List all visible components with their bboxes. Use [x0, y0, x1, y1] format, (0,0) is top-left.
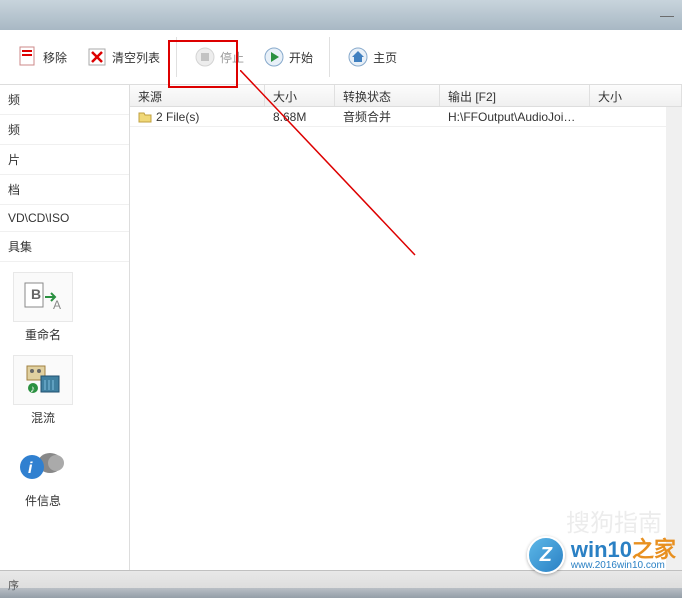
info-tool[interactable]: i 件信息 — [8, 438, 78, 509]
mux-icon: ♪ — [13, 355, 73, 405]
stop-label: 停止 — [220, 49, 244, 66]
home-label: 主页 — [373, 49, 397, 66]
main-area: 频 频 片 档 VD\CD\ISO 具集 BA 重命名 ♪ 混流 i — [0, 85, 682, 570]
sidebar-item-4[interactable]: VD\CD\ISO — [0, 205, 129, 232]
sidebar-item-2[interactable]: 片 — [0, 145, 129, 175]
taskbar-peek — [0, 588, 682, 598]
clear-icon — [85, 45, 109, 69]
svg-text:♪: ♪ — [30, 384, 35, 395]
cell-output: H:\FFOutput\AudioJoine... — [440, 108, 590, 126]
col-status[interactable]: 转换状态 — [335, 85, 440, 106]
rename-icon: BA — [13, 272, 73, 322]
rename-label: 重命名 — [8, 326, 78, 343]
cell-size: 8.68M — [265, 108, 335, 126]
svg-text:B: B — [31, 286, 41, 302]
mux-tool[interactable]: ♪ 混流 — [8, 355, 78, 426]
vertical-scrollbar[interactable] — [666, 107, 682, 570]
remove-button[interactable]: 移除 — [10, 41, 73, 73]
home-button[interactable]: 主页 — [340, 41, 403, 73]
toolbar: 移除 清空列表 停止 开始 主页 — [0, 30, 682, 85]
stop-button[interactable]: 停止 — [187, 41, 250, 73]
col-output[interactable]: 输出 [F2] — [440, 85, 590, 106]
sidebar: 频 频 片 档 VD\CD\ISO 具集 BA 重命名 ♪ 混流 i — [0, 85, 130, 570]
minimize-button[interactable]: — — [660, 7, 674, 23]
rename-tool[interactable]: BA 重命名 — [8, 272, 78, 343]
svg-text:A: A — [53, 298, 61, 312]
info-icon: i — [13, 438, 73, 488]
svg-text:i: i — [28, 460, 33, 477]
folder-icon — [138, 111, 152, 123]
col-size2[interactable]: 大小 — [590, 85, 682, 106]
start-label: 开始 — [289, 49, 313, 66]
home-icon — [346, 45, 370, 69]
info-label: 件信息 — [8, 492, 78, 509]
cell-source: 2 File(s) — [130, 108, 265, 126]
remove-label: 移除 — [43, 49, 67, 66]
stop-icon — [193, 45, 217, 69]
cell-status: 音频合并 — [335, 106, 440, 127]
sidebar-item-5[interactable]: 具集 — [0, 232, 129, 262]
remove-icon — [16, 45, 40, 69]
clear-list-button[interactable]: 清空列表 — [79, 41, 166, 73]
content-area: 来源 大小 转换状态 输出 [F2] 大小 2 File(s) 8.68M 音频… — [130, 85, 682, 570]
table-row[interactable]: 2 File(s) 8.68M 音频合并 H:\FFOutput\AudioJo… — [130, 107, 682, 127]
start-icon — [262, 45, 286, 69]
mux-label: 混流 — [8, 409, 78, 426]
col-source[interactable]: 来源 — [130, 85, 265, 106]
table-header: 来源 大小 转换状态 输出 [F2] 大小 — [130, 85, 682, 107]
col-size[interactable]: 大小 — [265, 85, 335, 106]
sidebar-item-0[interactable]: 频 — [0, 85, 129, 115]
sidebar-item-3[interactable]: 档 — [0, 175, 129, 205]
titlebar: — — [0, 0, 682, 30]
sidebar-tools: BA 重命名 ♪ 混流 i 件信息 — [0, 262, 129, 519]
sidebar-item-1[interactable]: 频 — [0, 115, 129, 145]
start-button[interactable]: 开始 — [256, 41, 319, 73]
clear-label: 清空列表 — [112, 49, 160, 66]
